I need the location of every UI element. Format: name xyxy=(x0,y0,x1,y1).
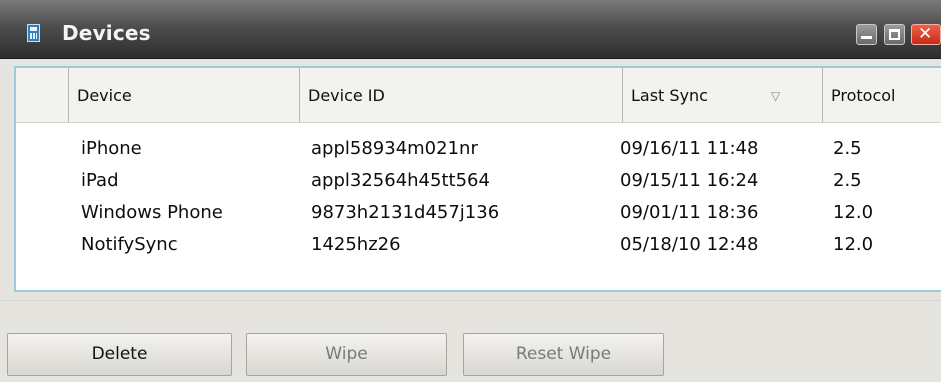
last-sync-cell: 05/18/10 12:48 xyxy=(620,234,759,255)
device-id-cell: appl58934m021nr xyxy=(311,138,478,159)
table-row[interactable]: iPhone appl58934m021nr 09/16/11 11:48 2.… xyxy=(16,138,941,170)
window-title: Devices xyxy=(62,21,151,45)
protocol-cell: 2.5 xyxy=(833,170,862,191)
maximize-icon xyxy=(889,29,900,40)
protocol-cell: 12.0 xyxy=(833,234,874,255)
column-header-device-label: Device xyxy=(77,86,132,105)
column-header-last-sync-label: Last Sync xyxy=(631,86,708,105)
device-id-cell: 9873h2131d457j136 xyxy=(311,202,500,223)
delete-button[interactable]: Delete xyxy=(7,333,232,376)
column-header-last-sync[interactable]: Last Sync ▽ xyxy=(622,68,822,122)
action-bar: Delete Wipe Reset Wipe xyxy=(0,300,941,382)
table-body: iPhone appl58934m021nr 09/16/11 11:48 2.… xyxy=(16,138,941,266)
protocol-cell: 12.0 xyxy=(833,202,874,223)
table-row[interactable]: iPad appl32564h45tt564 09/15/11 16:24 2.… xyxy=(16,170,941,202)
device-id-cell: 1425hz26 xyxy=(311,234,401,255)
table-header: Device Device ID Last Sync ▽ Protocol xyxy=(16,68,941,123)
close-button[interactable]: ✕ xyxy=(911,24,941,45)
minimize-icon xyxy=(861,36,872,39)
column-header-device-id[interactable]: Device ID xyxy=(299,68,622,122)
close-icon: ✕ xyxy=(918,24,933,44)
column-header-protocol-label: Protocol xyxy=(831,86,896,105)
wipe-button[interactable]: Wipe xyxy=(246,333,447,376)
column-header-device[interactable]: Device xyxy=(68,68,299,122)
title-bar[interactable]: Devices ✕ xyxy=(0,0,941,59)
sort-descending-icon: ▽ xyxy=(771,89,781,103)
device-name-cell: Windows Phone xyxy=(81,202,223,223)
device-id-cell: appl32564h45tt564 xyxy=(311,170,490,191)
last-sync-cell: 09/15/11 16:24 xyxy=(620,170,759,191)
last-sync-cell: 09/01/11 18:36 xyxy=(620,202,759,223)
protocol-cell: 2.5 xyxy=(833,138,862,159)
last-sync-cell: 09/16/11 11:48 xyxy=(620,138,759,159)
device-name-cell: iPhone xyxy=(81,138,142,159)
devices-window: Devices ✕ Device Device ID Last Sync ▽ P… xyxy=(0,0,941,382)
device-name-cell: iPad xyxy=(81,170,119,191)
table-row[interactable]: Windows Phone 9873h2131d457j136 09/01/11… xyxy=(16,202,941,234)
row-selector-header[interactable] xyxy=(16,68,68,122)
column-header-device-id-label: Device ID xyxy=(308,86,385,105)
table-row[interactable]: NotifySync 1425hz26 05/18/10 12:48 12.0 xyxy=(16,234,941,266)
minimize-button[interactable] xyxy=(856,24,877,45)
maximize-button[interactable] xyxy=(884,24,905,45)
device-calculator-icon xyxy=(27,24,40,42)
reset-wipe-button[interactable]: Reset Wipe xyxy=(463,333,664,376)
column-header-protocol[interactable]: Protocol xyxy=(822,68,941,122)
device-name-cell: NotifySync xyxy=(81,234,178,255)
devices-table: Device Device ID Last Sync ▽ Protocol iP… xyxy=(14,66,941,292)
